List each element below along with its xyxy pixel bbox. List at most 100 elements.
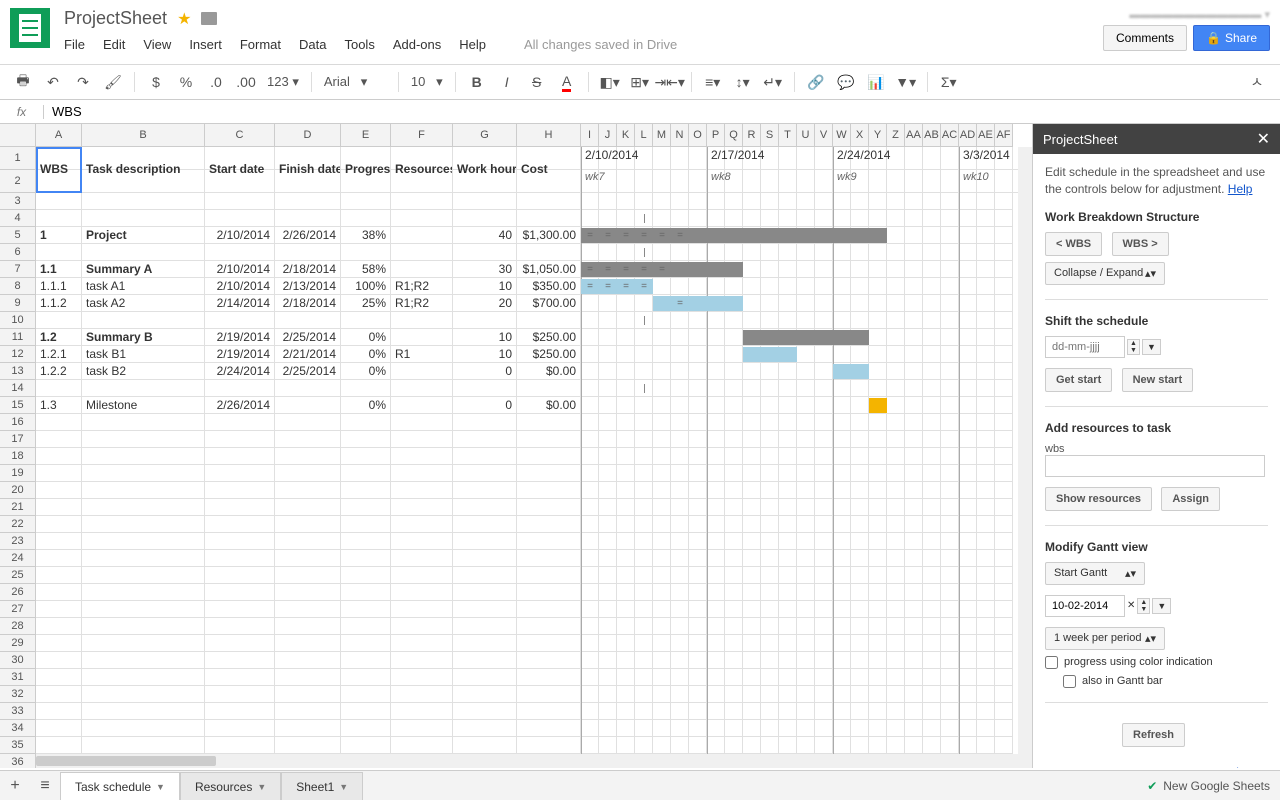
data-cell[interactable]: Milestone <box>82 397 205 414</box>
data-cell[interactable]: $0.00 <box>517 397 581 414</box>
data-cell[interactable]: 2/26/2014 <box>205 397 275 414</box>
comment-icon[interactable]: 💬 <box>833 69 859 95</box>
menu-insert[interactable]: Insert <box>189 37 222 52</box>
new-sheets-label[interactable]: New Google Sheets <box>1163 779 1270 793</box>
row-header[interactable]: 24 <box>0 550 36 567</box>
get-start-button[interactable]: Get start <box>1045 368 1112 392</box>
data-cell[interactable]: 2/14/2014 <box>205 295 275 312</box>
col-header[interactable]: T <box>779 124 797 147</box>
data-cell[interactable]: 2/18/2014 <box>275 261 341 278</box>
column-title[interactable]: Cost <box>517 147 581 193</box>
column-title[interactable]: Start date <box>205 147 275 193</box>
menu-file[interactable]: File <box>64 37 85 52</box>
data-cell[interactable]: 30 <box>453 261 517 278</box>
formula-input[interactable] <box>44 104 1280 119</box>
data-cell[interactable]: task A1 <box>82 278 205 295</box>
col-header[interactable]: G <box>453 124 517 147</box>
data-cell[interactable]: 0% <box>341 363 391 380</box>
col-header[interactable]: Z <box>887 124 905 147</box>
data-cell[interactable]: 10 <box>453 278 517 295</box>
data-cell[interactable]: 2/21/2014 <box>275 346 341 363</box>
currency-icon[interactable]: $ <box>143 69 169 95</box>
data-cell[interactable]: R1;R2 <box>391 278 453 295</box>
data-cell[interactable] <box>391 363 453 380</box>
data-cell[interactable] <box>391 261 453 278</box>
show-resources-button[interactable]: Show resources <box>1045 487 1152 511</box>
menu-help[interactable]: Help <box>459 37 486 52</box>
data-cell[interactable]: R1;R2 <box>391 295 453 312</box>
all-sheets-button[interactable]: ≡ <box>30 771 60 801</box>
font-select[interactable]: Arial ▾ <box>320 74 390 90</box>
column-title[interactable]: Work hours <box>453 147 517 193</box>
col-header[interactable]: AB <box>923 124 941 147</box>
gantt-date-dropdown[interactable]: ▼ <box>1152 598 1171 614</box>
menu-view[interactable]: View <box>143 37 171 52</box>
data-cell[interactable]: 1 <box>36 227 82 244</box>
folder-icon[interactable] <box>201 12 217 25</box>
data-cell[interactable]: 0 <box>453 363 517 380</box>
row-header[interactable]: 2 <box>0 170 36 193</box>
col-header[interactable]: X <box>851 124 869 147</box>
paint-format-icon[interactable]: 🖌 <box>100 69 126 95</box>
data-cell[interactable]: 1.1.1 <box>36 278 82 295</box>
data-cell[interactable]: $250.00 <box>517 329 581 346</box>
data-cell[interactable]: 58% <box>341 261 391 278</box>
progress-color-checkbox[interactable] <box>1045 656 1058 669</box>
clear-date-icon[interactable]: ✕ <box>1127 600 1135 611</box>
col-header[interactable]: J <box>599 124 617 147</box>
gantt-date-input[interactable] <box>1045 595 1125 617</box>
row-header[interactable]: 7 <box>0 261 36 278</box>
data-cell[interactable]: R1 <box>391 346 453 363</box>
col-header[interactable]: U <box>797 124 815 147</box>
data-cell[interactable]: 2/25/2014 <box>275 363 341 380</box>
gantt-date-spinner[interactable]: ▲▼ <box>1137 598 1150 614</box>
collapse-toolbar-icon[interactable]: ㅅ <box>1244 69 1270 95</box>
col-header[interactable]: V <box>815 124 833 147</box>
data-cell[interactable]: 0 <box>453 397 517 414</box>
row-header[interactable]: 17 <box>0 431 36 448</box>
redo-icon[interactable]: ↷ <box>70 69 96 95</box>
data-cell[interactable]: 1.1 <box>36 261 82 278</box>
italic-icon[interactable]: I <box>494 69 520 95</box>
data-cell[interactable]: 0% <box>341 329 391 346</box>
data-cell[interactable] <box>391 397 453 414</box>
data-cell[interactable]: 10 <box>453 329 517 346</box>
valign-icon[interactable]: ↕▾ <box>730 69 756 95</box>
menu-format[interactable]: Format <box>240 37 281 52</box>
col-header[interactable]: Q <box>725 124 743 147</box>
menu-edit[interactable]: Edit <box>103 37 125 52</box>
row-header[interactable]: 18 <box>0 448 36 465</box>
font-size-select[interactable]: 10 ▾ <box>407 74 447 90</box>
column-title[interactable]: Finish date <box>275 147 341 193</box>
row-header[interactable]: 1 <box>0 147 36 170</box>
help-link[interactable]: Help <box>1228 182 1253 196</box>
sheet-tab[interactable]: Sheet1▼ <box>281 772 363 800</box>
start-gantt-select[interactable]: Start Gantt▴▾ <box>1045 562 1145 585</box>
data-cell[interactable]: Summary B <box>82 329 205 346</box>
wrap-icon[interactable]: ↵▾ <box>760 69 786 95</box>
col-header[interactable]: W <box>833 124 851 147</box>
data-cell[interactable]: 1.3 <box>36 397 82 414</box>
align-icon[interactable]: ≡▾ <box>700 69 726 95</box>
col-header[interactable]: AC <box>941 124 959 147</box>
data-cell[interactable]: 100% <box>341 278 391 295</box>
sheets-logo[interactable] <box>10 8 50 48</box>
shift-date-dropdown[interactable]: ▼ <box>1142 339 1161 355</box>
period-select[interactable]: 1 week per period▴▾ <box>1045 627 1165 650</box>
row-header[interactable]: 4 <box>0 210 36 227</box>
col-header[interactable]: H <box>517 124 581 147</box>
user-email[interactable]: ▬▬▬▬▬▬▬▬▬▬▬▬ ▾ <box>1129 8 1270 21</box>
col-header[interactable]: AF <box>995 124 1013 147</box>
col-header[interactable]: M <box>653 124 671 147</box>
col-header[interactable]: AD <box>959 124 977 147</box>
spreadsheet[interactable]: ABCDEFGHIJKLMNOPQRSTUVWXYZAAABACADAEAF12… <box>0 124 1032 768</box>
new-start-button[interactable]: New start <box>1122 368 1194 392</box>
data-cell[interactable]: Summary A <box>82 261 205 278</box>
horizontal-scrollbar[interactable] <box>36 754 1032 768</box>
col-header[interactable]: B <box>82 124 205 147</box>
row-header[interactable]: 36 <box>0 754 36 768</box>
zoom-select[interactable]: 123 ▾ <box>263 74 303 90</box>
col-header[interactable]: K <box>617 124 635 147</box>
row-header[interactable]: 35 <box>0 737 36 754</box>
data-cell[interactable]: Project <box>82 227 205 244</box>
